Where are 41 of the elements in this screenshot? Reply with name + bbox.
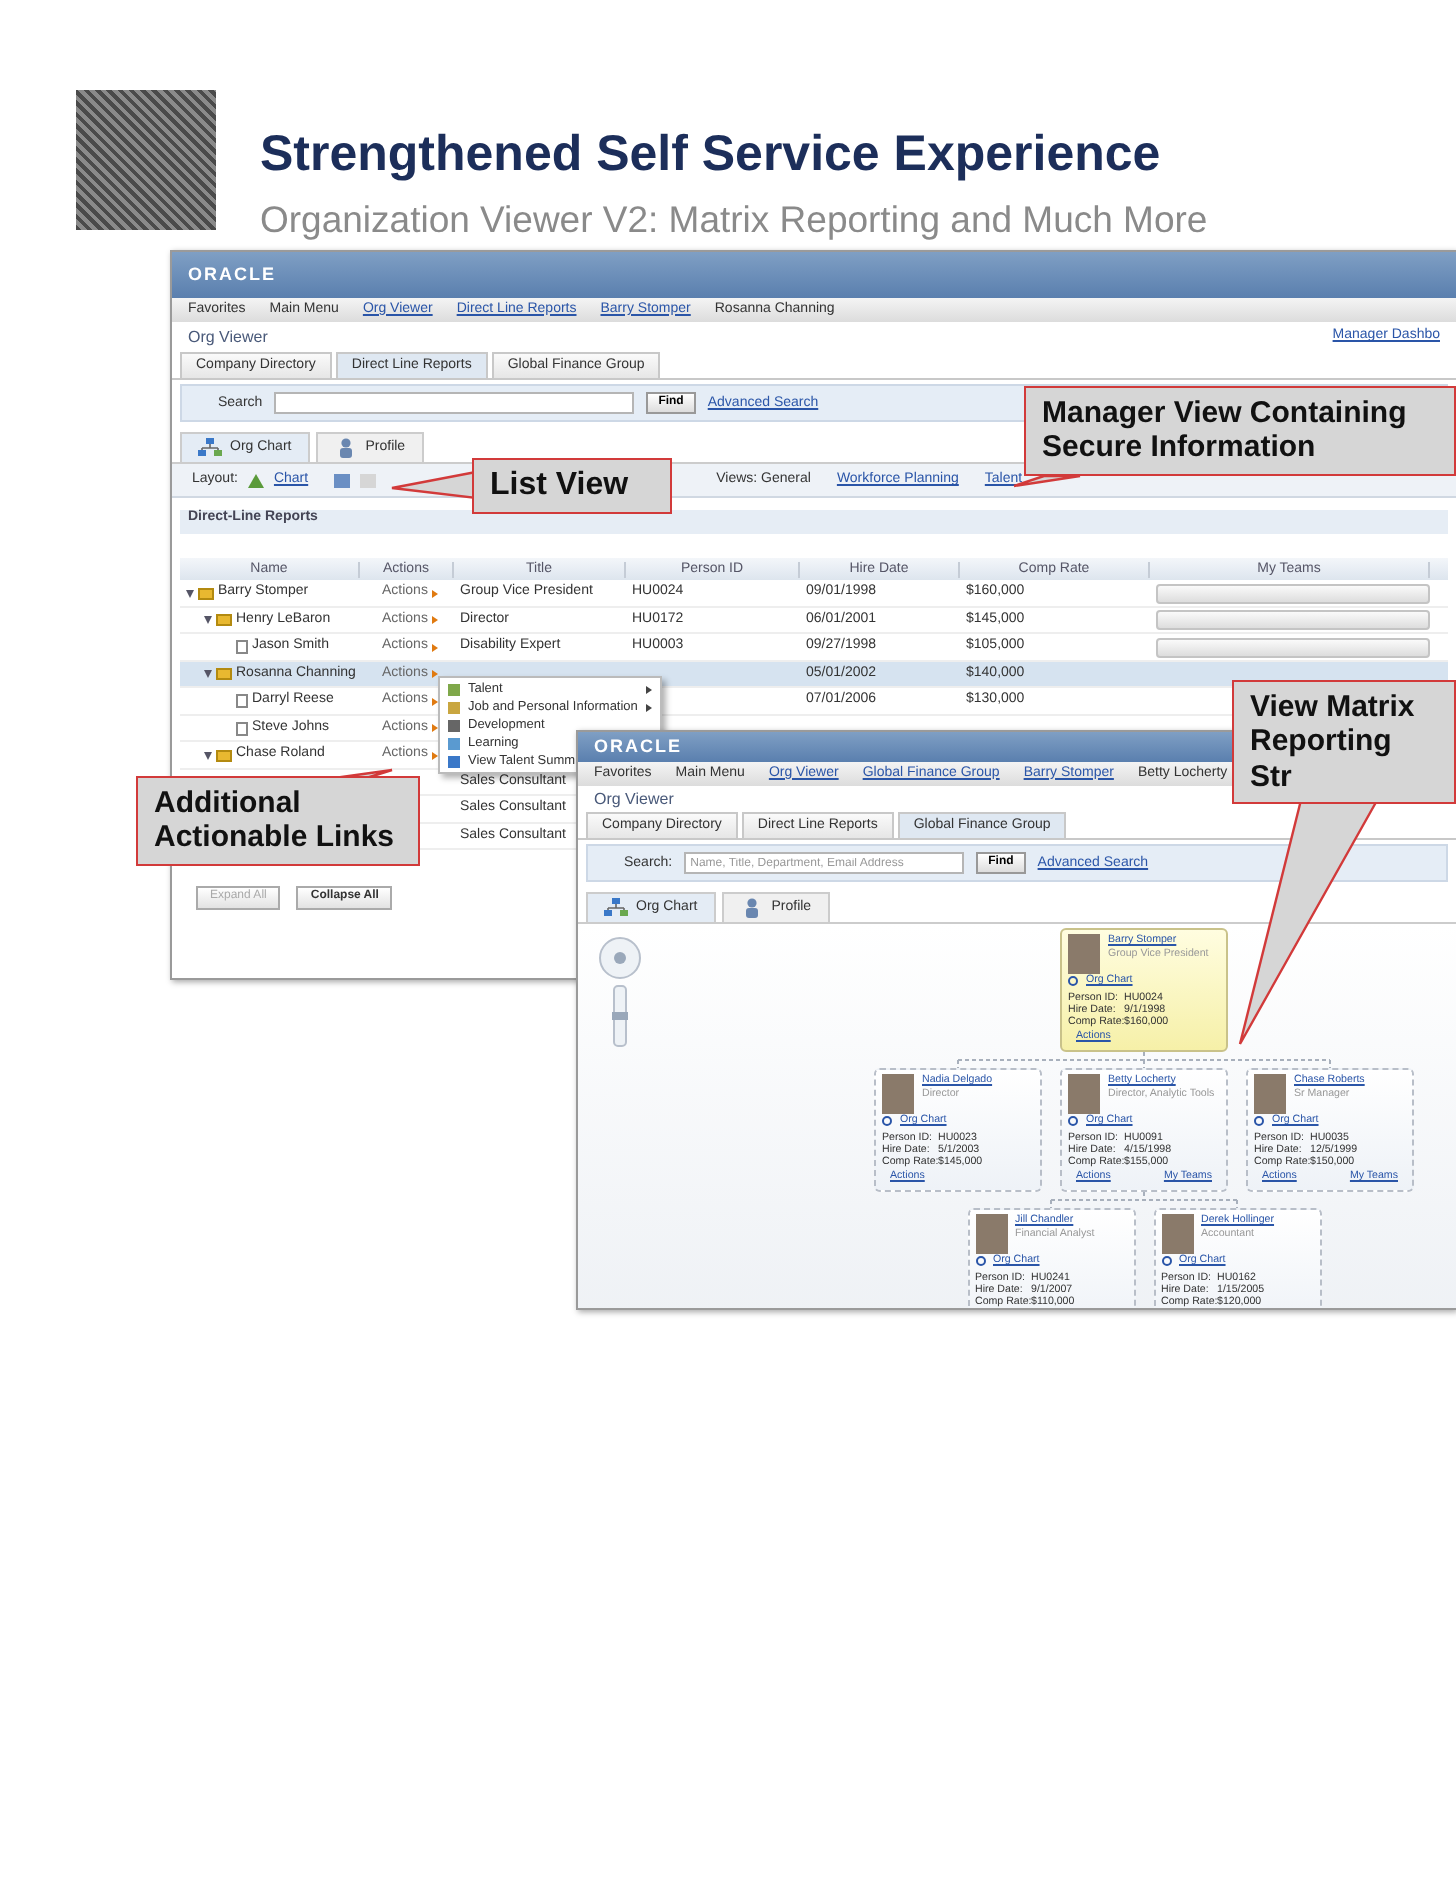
search-field[interactable] [274,392,635,415]
org-chart-icon [198,438,222,459]
photo-placeholder [1161,1214,1193,1255]
square-icon [448,719,460,731]
square-icon [448,683,460,695]
menu-arrow-icon [431,643,438,652]
list-icon[interactable] [334,473,351,488]
circle-icon [1068,1116,1078,1127]
photo-placeholder [1068,1074,1100,1115]
my-teams-button[interactable] [1156,583,1430,604]
page-title: Org Viewer [594,789,674,809]
slide-subtitle: Organization Viewer V2: Matrix Reporting and Much More [260,196,1208,244]
page-title: Org Viewer [188,327,268,347]
my-teams-button[interactable] [1156,637,1430,658]
document-icon [236,640,248,655]
square-icon [448,701,460,713]
square-icon [448,737,460,749]
photo-placeholder [1254,1074,1286,1115]
grid-icon[interactable] [360,473,377,488]
oracle-logo: ORACLE [188,264,276,286]
org-chart-icon [604,898,628,919]
circle-icon [882,1116,892,1127]
callout-box: View Matrix Reporting Str [1232,680,1456,804]
my-teams-button[interactable] [1156,610,1430,631]
photo-placeholder [1068,934,1100,975]
circle-icon [975,1256,985,1267]
square-icon [448,755,460,767]
photo-placeholder [882,1074,914,1115]
photo-placeholder [975,1214,1007,1255]
circle-icon [1254,1116,1264,1127]
circle-icon [1068,976,1078,987]
menu-arrow-icon [431,616,438,625]
menu-arrow-icon [431,589,438,598]
chart-icon [247,473,264,488]
folder-icon [216,749,232,762]
circle-icon [1161,1256,1171,1267]
callout-box: Additional Actionable Links [136,776,420,865]
slide-title: Strengthened Self Service Experience [260,124,1161,184]
striped-square [76,90,216,230]
folder-icon [216,668,232,681]
zoom-control-drawing[interactable] [598,936,642,1049]
